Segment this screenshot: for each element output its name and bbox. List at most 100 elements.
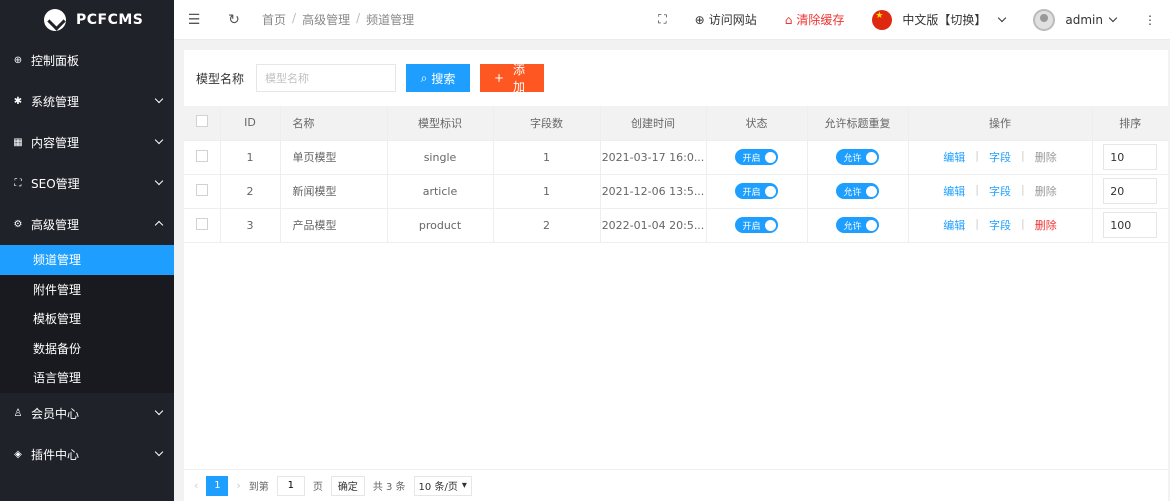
- model-table: ID 名称 模型标识 字段数 创建时间 状态 允许标题重复 操作 排序 1 单页…: [184, 106, 1168, 243]
- sidebar-subitem-template[interactable]: 模板管理: [0, 304, 174, 334]
- menu-toggle-icon[interactable]: ☰: [174, 12, 214, 28]
- cell-id: 2: [220, 174, 281, 209]
- language-switch[interactable]: 中文版【切换】: [858, 9, 1019, 30]
- gear-icon: ✱: [13, 96, 23, 107]
- row-checkbox[interactable]: [195, 217, 208, 230]
- ops-divider: |: [975, 149, 979, 162]
- cell-ident: product: [387, 208, 494, 243]
- cell-name: 单页模型: [280, 140, 388, 175]
- delete-link[interactable]: 删除: [1035, 217, 1057, 233]
- search-icon: ⌕: [420, 70, 428, 85]
- sidebar-item-plugins[interactable]: ◈ 插件中心: [0, 434, 174, 475]
- goto-label: 到第: [248, 482, 269, 493]
- breadcrumb-separator: /: [292, 11, 297, 25]
- breadcrumb: 首页 / 高级管理 / 频道管理: [262, 11, 414, 28]
- sidebar-item-content[interactable]: ▦ 内容管理: [0, 122, 174, 163]
- cell-created: 2021-03-17 16:0...: [600, 140, 707, 175]
- cell-sort: [1092, 174, 1168, 209]
- allow-dup-toggle[interactable]: 允许: [836, 217, 879, 233]
- sidebar-item-advanced[interactable]: ⚙ 高级管理: [0, 204, 174, 245]
- globe-icon: ⊕: [13, 55, 23, 66]
- fullscreen-icon[interactable]: ⛶: [644, 12, 680, 27]
- sort-input[interactable]: [1103, 144, 1158, 170]
- chevron-down-icon: [154, 406, 164, 415]
- page-size-select[interactable]: 10 条/页 ▾: [413, 475, 472, 496]
- search-button[interactable]: ⌕ 搜索: [406, 64, 471, 92]
- toggle-label: 允许: [843, 153, 862, 164]
- row-checkbox[interactable]: [195, 149, 208, 162]
- allow-dup-toggle[interactable]: 允许: [836, 149, 879, 165]
- goto-page-input[interactable]: [276, 475, 305, 496]
- edit-link[interactable]: 编辑: [943, 149, 965, 165]
- search-button-label: 搜索: [431, 71, 456, 86]
- chevron-down-icon: [154, 135, 164, 145]
- fields-link[interactable]: 字段: [989, 217, 1011, 233]
- sidebar-item-members[interactable]: ♙ 会员中心: [0, 393, 174, 434]
- sidebar-item-label: 高级管理: [31, 218, 80, 232]
- fields-link[interactable]: 字段: [989, 149, 1011, 165]
- status-toggle[interactable]: 开启: [735, 149, 778, 165]
- sort-input[interactable]: [1103, 178, 1158, 204]
- cell-ops: 编辑 | 字段 | 删除: [908, 208, 1093, 243]
- status-toggle[interactable]: 开启: [735, 217, 778, 233]
- search-toolbar: 模型名称 ⌕ 搜索 + 添加: [184, 50, 1168, 106]
- breadcrumb-home[interactable]: 首页: [262, 11, 286, 28]
- row-checkbox[interactable]: [195, 183, 208, 196]
- chevron-down-icon: [154, 176, 164, 186]
- current-page[interactable]: 1: [206, 475, 229, 496]
- ops-divider: |: [975, 217, 979, 230]
- top-header: ☰ ↻ 首页 / 高级管理 / 频道管理 ⛶ ⊕ 访问网站 ⌂ 清除缓存 中文版…: [174, 0, 1170, 40]
- cell-id: 1: [220, 140, 281, 175]
- sidebar-item-seo[interactable]: ⛶ SEO管理: [0, 163, 174, 204]
- sidebar-item-system[interactable]: ✱ 系统管理: [0, 81, 174, 122]
- more-icon[interactable]: ⋮: [1130, 13, 1170, 27]
- goto-confirm-button[interactable]: 确定: [330, 475, 365, 496]
- cell-allow-dup: 允许: [807, 174, 909, 209]
- sidebar-item-label: 系统管理: [31, 95, 80, 109]
- sort-input[interactable]: [1103, 212, 1158, 238]
- prev-page-icon[interactable]: ‹: [194, 479, 198, 492]
- add-button[interactable]: + 添加: [480, 63, 545, 94]
- cell-fields: 2: [493, 208, 601, 243]
- toggle-knob: [764, 151, 776, 163]
- status-toggle[interactable]: 开启: [735, 183, 778, 199]
- refresh-icon[interactable]: ↻: [214, 12, 254, 28]
- cell-fields: 1: [493, 140, 601, 175]
- total-count: 共 3 条: [372, 482, 406, 493]
- search-input[interactable]: [256, 64, 397, 92]
- delete-link[interactable]: 删除: [1035, 183, 1057, 199]
- table-row: 2 新闻模型 article 1 2021-12-06 13:5... 开启 允…: [184, 174, 1168, 209]
- sidebar-subitem-channel[interactable]: 频道管理: [0, 245, 174, 275]
- cell-created: 2021-12-06 13:5...: [600, 174, 707, 209]
- visit-site-link[interactable]: ⊕ 访问网站: [681, 11, 771, 28]
- globe-icon: ⊕: [694, 12, 705, 27]
- sidebar-item-dashboard[interactable]: ⊕ 控制面板: [0, 40, 174, 81]
- toggle-label: 开启: [742, 187, 761, 198]
- cell-allow-dup: 允许: [807, 208, 909, 243]
- cell-sort: [1092, 140, 1168, 175]
- next-page-icon[interactable]: ›: [236, 479, 240, 492]
- breadcrumb-advanced[interactable]: 高级管理: [302, 11, 350, 28]
- select-all-checkbox[interactable]: [195, 115, 208, 128]
- fields-link[interactable]: 字段: [989, 183, 1011, 199]
- chevron-down-icon: [154, 94, 164, 104]
- cell-id: 3: [220, 208, 281, 243]
- sidebar-subitem-language[interactable]: 语言管理: [0, 363, 174, 393]
- cell-ops: 编辑 | 字段 | 删除: [908, 140, 1093, 175]
- clear-cache-link[interactable]: ⌂ 清除缓存: [771, 11, 859, 28]
- breadcrumb-current: 频道管理: [366, 13, 415, 27]
- row-select-cell: [184, 208, 221, 243]
- delete-link[interactable]: 删除: [1035, 149, 1057, 165]
- edit-link[interactable]: 编辑: [943, 217, 965, 233]
- sidebar-subitem-attachment[interactable]: 附件管理: [0, 275, 174, 305]
- user-menu[interactable]: admin: [1019, 8, 1130, 31]
- edit-link[interactable]: 编辑: [943, 183, 965, 199]
- select-all-cell: [184, 106, 221, 141]
- allow-dup-toggle[interactable]: 允许: [836, 183, 879, 199]
- layers-icon: ◈: [14, 448, 22, 460]
- sidebar-subitem-backup[interactable]: 数据备份: [0, 334, 174, 364]
- ops-divider: |: [975, 183, 979, 196]
- brand[interactable]: PCFCMS: [0, 0, 174, 40]
- china-flag-icon: [872, 9, 893, 30]
- cell-name: 新闻模型: [280, 174, 388, 209]
